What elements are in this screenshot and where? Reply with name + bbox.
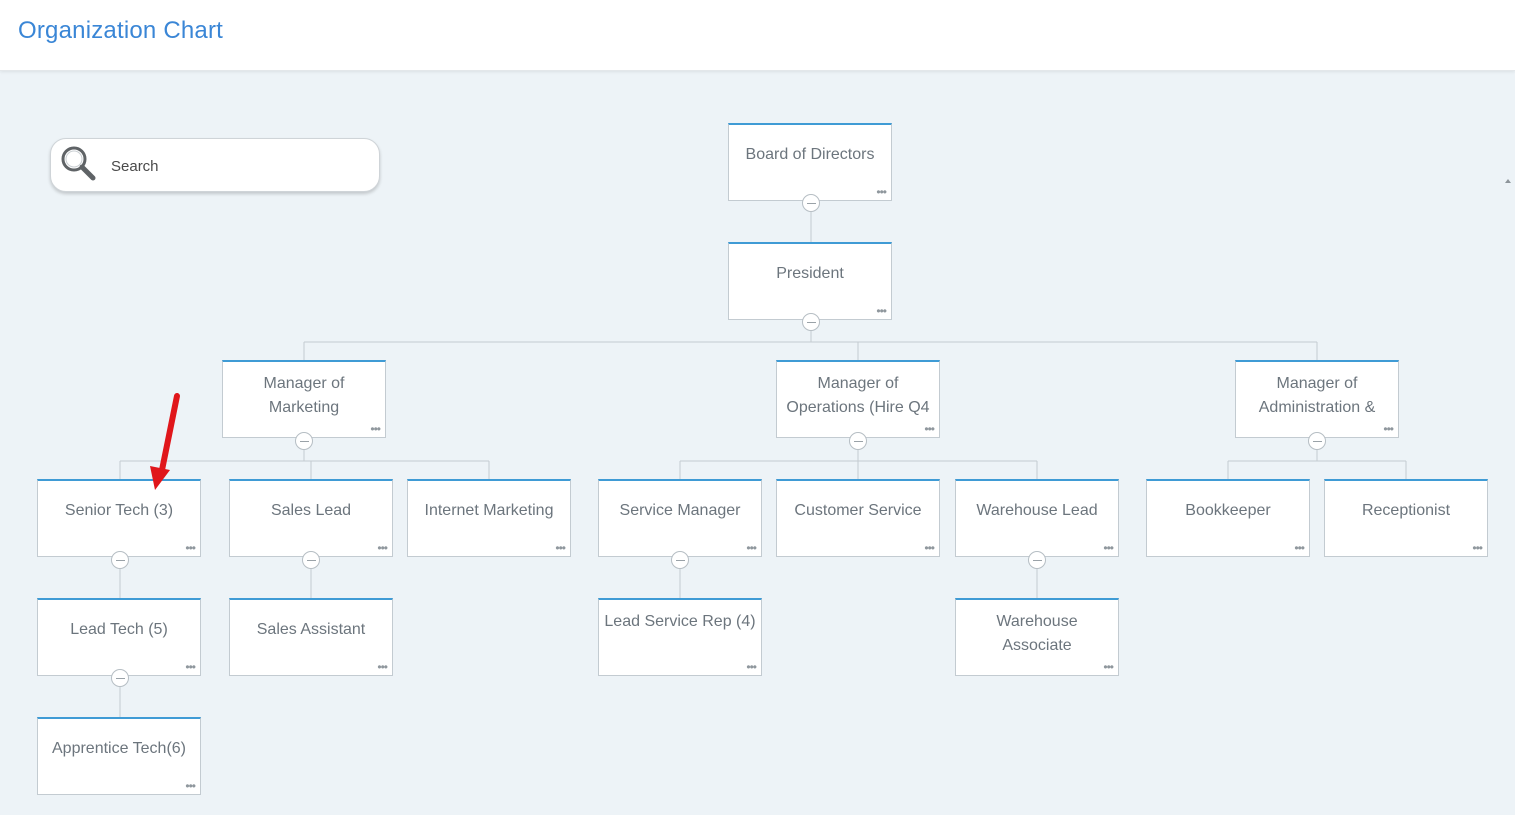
more-options-icon[interactable]: ••• — [1472, 542, 1483, 554]
node-label: Sales Lead — [270, 502, 352, 519]
search-icon — [61, 146, 96, 181]
more-options-icon[interactable]: ••• — [924, 542, 935, 554]
node-label: Board of Directors — [745, 146, 875, 163]
org-node-lead-service-rep[interactable]: Lead Service Rep (4) ••• — [598, 598, 762, 676]
org-node-sales-lead[interactable]: Sales Lead ••• — [229, 479, 393, 557]
org-node-warehouse-lead[interactable]: Warehouse Lead ••• — [955, 479, 1119, 557]
more-options-icon[interactable]: ••• — [377, 661, 388, 673]
org-node-manager-of-administration[interactable]: Manager of Administration & ••• — [1235, 360, 1399, 438]
collapse-toggle-icon[interactable] — [111, 669, 129, 687]
org-node-manager-of-marketing[interactable]: Manager of Marketing ••• — [222, 360, 386, 438]
node-label: Internet Marketing — [424, 502, 554, 519]
node-label: Lead Service Rep (4) — [604, 613, 756, 630]
org-node-bookkeeper[interactable]: Bookkeeper ••• — [1146, 479, 1310, 557]
org-node-service-manager[interactable]: Service Manager ••• — [598, 479, 762, 557]
more-options-icon[interactable]: ••• — [924, 423, 935, 435]
org-node-internet-marketing[interactable]: Internet Marketing ••• — [407, 479, 571, 557]
more-options-icon[interactable]: ••• — [876, 305, 887, 317]
page-header: Organization Chart — [0, 0, 1515, 71]
more-options-icon[interactable]: ••• — [370, 423, 381, 435]
org-node-apprentice-tech[interactable]: Apprentice Tech(6) ••• — [37, 717, 201, 795]
node-label: Apprentice Tech(6) — [52, 740, 186, 757]
node-label: Senior Tech (3) — [64, 502, 174, 519]
node-label: Bookkeeper — [1185, 502, 1271, 519]
org-node-senior-tech[interactable]: Senior Tech (3) ••• — [37, 479, 201, 557]
node-label: Warehouse Lead — [976, 502, 1098, 519]
collapse-toggle-icon[interactable] — [302, 551, 320, 569]
more-options-icon[interactable]: ••• — [377, 542, 388, 554]
more-options-icon[interactable]: ••• — [185, 661, 196, 673]
org-node-sales-assistant[interactable]: Sales Assistant ••• — [229, 598, 393, 676]
org-node-warehouse-associate[interactable]: Warehouse Associate ••• — [955, 598, 1119, 676]
node-label: Lead Tech (5) — [70, 621, 168, 638]
more-options-icon[interactable]: ••• — [185, 780, 196, 792]
node-label: Receptionist — [1361, 502, 1451, 519]
collapse-toggle-icon[interactable] — [802, 313, 820, 331]
node-label: Manager of Marketing — [263, 375, 345, 416]
node-label: President — [776, 265, 844, 282]
org-node-customer-service[interactable]: Customer Service ••• — [776, 479, 940, 557]
collapse-toggle-icon[interactable] — [111, 551, 129, 569]
node-label: Sales Assistant — [256, 621, 366, 638]
node-label: Customer Service — [794, 502, 922, 519]
more-options-icon[interactable]: ••• — [746, 542, 757, 554]
org-node-lead-tech[interactable]: Lead Tech (5) ••• — [37, 598, 201, 676]
collapse-toggle-icon[interactable] — [1308, 432, 1326, 450]
more-options-icon[interactable]: ••• — [1103, 542, 1114, 554]
more-options-icon[interactable]: ••• — [746, 661, 757, 673]
more-options-icon[interactable]: ••• — [1294, 542, 1305, 554]
search-box[interactable] — [50, 138, 380, 192]
node-label: Service Manager — [619, 502, 741, 519]
more-options-icon[interactable]: ••• — [876, 186, 887, 198]
collapse-toggle-icon[interactable] — [1028, 551, 1046, 569]
org-node-receptionist[interactable]: Receptionist ••• — [1324, 479, 1488, 557]
collapse-toggle-icon[interactable] — [849, 432, 867, 450]
node-label: Manager of Administration & — [1258, 375, 1376, 416]
node-label: Manager of Operations (Hire Q4 — [786, 375, 930, 416]
more-options-icon[interactable]: ••• — [1103, 661, 1114, 673]
collapse-toggle-icon[interactable] — [671, 551, 689, 569]
more-options-icon[interactable]: ••• — [185, 542, 196, 554]
org-node-manager-of-operations[interactable]: Manager of Operations (Hire Q4 ••• — [776, 360, 940, 438]
search-input[interactable] — [109, 153, 363, 179]
more-options-icon[interactable]: ••• — [555, 542, 566, 554]
collapse-toggle-icon[interactable] — [295, 432, 313, 450]
page-title: Organization Chart — [18, 17, 224, 44]
org-node-board-of-directors[interactable]: Board of Directors ••• — [728, 123, 892, 201]
collapse-toggle-icon[interactable] — [802, 194, 820, 212]
node-label: Warehouse Associate — [996, 613, 1078, 654]
more-options-icon[interactable]: ••• — [1383, 423, 1394, 435]
org-node-president[interactable]: President ••• — [728, 242, 892, 320]
